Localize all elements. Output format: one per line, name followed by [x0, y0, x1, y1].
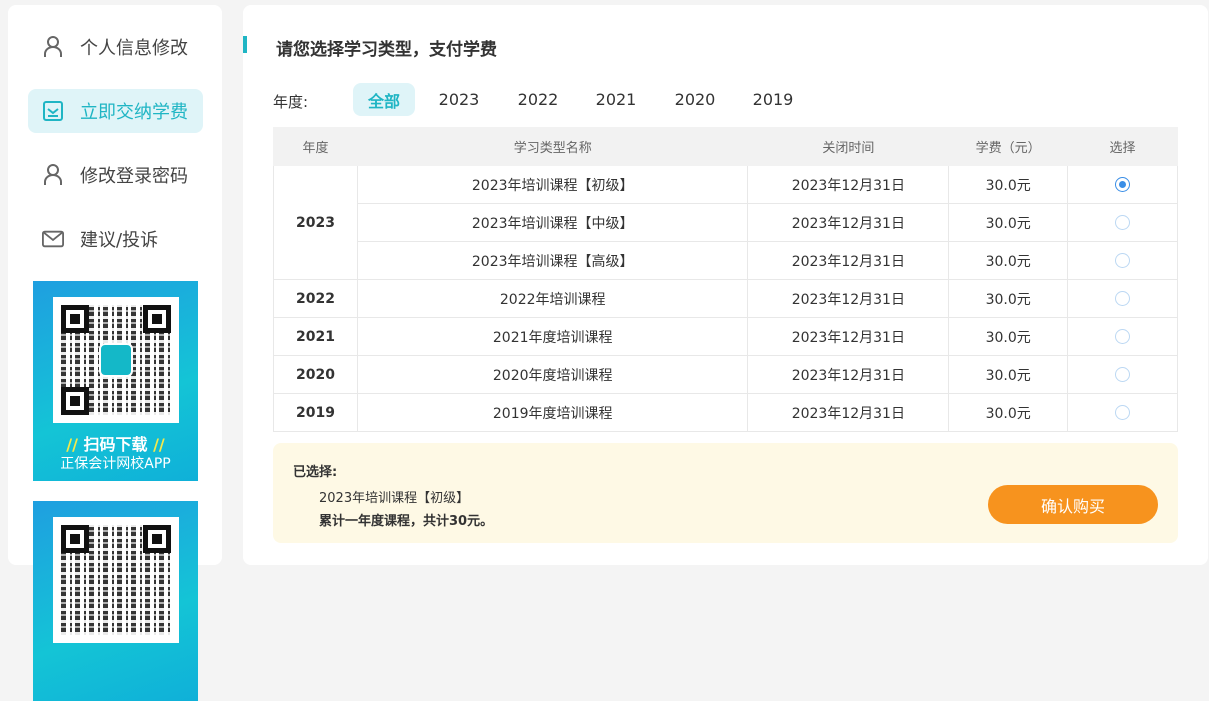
promo-title: 扫码下载 — [83, 435, 148, 454]
cell-close: 2023年12月31日 — [747, 317, 950, 356]
year-filter-2021[interactable]: 2021 — [586, 83, 646, 116]
cell-year: 2021 — [273, 317, 358, 356]
year-filter-2023[interactable]: 2023 — [429, 83, 489, 116]
cell-name: 2020年度培训课程 — [356, 355, 749, 394]
app-download-qr-2 — [33, 501, 198, 701]
cell-fee: 30.0元 — [948, 317, 1069, 356]
select-radio[interactable] — [1115, 405, 1131, 420]
user-icon — [42, 164, 64, 186]
checkbox-icon — [42, 100, 64, 122]
table-row[interactable]: 2023年培训课程【高级】 2023年12月31日 30.0元 — [274, 241, 1178, 280]
sidebar-item-change-password[interactable]: 修改登录密码 — [28, 153, 203, 197]
year-filter-2019[interactable]: 2019 — [743, 83, 803, 116]
col-select: 选择 — [1067, 127, 1178, 166]
select-radio[interactable] — [1115, 329, 1131, 344]
cell-name: 2021年度培训课程 — [356, 317, 749, 356]
mail-icon — [42, 228, 64, 250]
cell-name: 2022年培训课程 — [356, 279, 749, 318]
summary-label: 已选择: — [293, 465, 338, 480]
select-radio[interactable] — [1115, 291, 1131, 306]
table-row[interactable]: 2021 2021年度培训课程 2023年12月31日 30.0元 — [273, 317, 1178, 356]
cell-name: 2023年培训课程【初级】 — [356, 165, 749, 204]
year-filter-label: 年度: — [273, 93, 309, 111]
cell-year: 2022 — [273, 279, 358, 318]
cell-name: 2023年培训课程【高级】 — [356, 241, 749, 280]
qr-code-image — [53, 517, 179, 643]
sidebar-item-label: 个人信息修改 — [80, 38, 188, 59]
table-row[interactable]: 2020 2020年度培训课程 2023年12月31日 30.0元 — [273, 355, 1178, 394]
main-panel: 请您选择学习类型，支付学费 年度: 全部 2023 2022 2021 2020… — [243, 5, 1208, 565]
cell-fee: 30.0元 — [948, 165, 1069, 204]
cell-name: 2023年培训课程【中级】 — [356, 203, 749, 242]
year-filter-2020[interactable]: 2020 — [665, 83, 725, 116]
cell-close: 2023年12月31日 — [747, 279, 950, 318]
cell-fee: 30.0元 — [948, 241, 1069, 280]
select-radio[interactable] — [1115, 215, 1131, 230]
sidebar-item-feedback[interactable]: 建议/投诉 — [28, 217, 203, 261]
confirm-purchase-button[interactable]: 确认购买 — [988, 485, 1158, 524]
cell-year: 2019 — [273, 393, 358, 432]
app-logo-icon — [99, 343, 133, 377]
cell-close: 2023年12月31日 — [747, 165, 950, 204]
year-filter-2022[interactable]: 2022 — [508, 83, 568, 116]
select-radio[interactable] — [1115, 177, 1131, 192]
sidebar-item-pay-tuition[interactable]: 立即交纳学费 — [28, 89, 203, 133]
select-radio[interactable] — [1115, 253, 1131, 268]
cell-year: 2020 — [273, 355, 358, 394]
col-name: 学习类型名称 — [356, 127, 749, 166]
table-row[interactable]: 2023 2023年培训课程【初级】 2023年12月31日 30.0元 — [273, 165, 1178, 280]
col-year: 年度 — [273, 127, 358, 166]
app-download-qr: // 扫码下载 // 正保会计网校APP — [33, 281, 198, 481]
cell-close: 2023年12月31日 — [747, 241, 950, 280]
selection-summary: 已选择: 2023年培训课程【初级】 累计一年度课程，共计30元。 确认购买 — [273, 443, 1178, 543]
cell-close: 2023年12月31日 — [747, 203, 950, 242]
sidebar-item-profile[interactable]: 个人信息修改 — [28, 25, 203, 69]
select-radio[interactable] — [1115, 367, 1131, 382]
sidebar-item-label: 立即交纳学费 — [80, 102, 188, 123]
summary-course: 2023年培训课程【初级】 — [319, 491, 470, 506]
promo-subtitle: 正保会计网校APP — [60, 456, 171, 472]
table-row[interactable]: 2022 2022年培训课程 2023年12月31日 30.0元 — [273, 279, 1178, 318]
cell-fee: 30.0元 — [948, 279, 1069, 318]
page-title: 请您选择学习类型，支付学费 — [276, 40, 497, 60]
col-fee: 学费（元） — [948, 127, 1069, 166]
table-header: 年度 学习类型名称 关闭时间 学费（元） 选择 — [273, 127, 1178, 166]
cell-close: 2023年12月31日 — [747, 355, 950, 394]
cell-close: 2023年12月31日 — [747, 393, 950, 432]
year-filter-all[interactable]: 全部 — [353, 83, 415, 116]
table-row[interactable]: 2023年培训课程【中级】 2023年12月31日 30.0元 — [274, 203, 1178, 242]
cell-year: 2023 — [273, 165, 358, 280]
table-row[interactable]: 2019 2019年度培训课程 2023年12月31日 30.0元 — [273, 393, 1178, 432]
title-accent-bar — [243, 36, 247, 53]
summary-total: 累计一年度课程，共计30元。 — [319, 514, 494, 529]
sidebar-item-label: 修改登录密码 — [80, 166, 188, 187]
qr-code-image — [53, 297, 179, 423]
cell-fee: 30.0元 — [948, 203, 1069, 242]
sidebar-item-label: 建议/投诉 — [80, 230, 159, 251]
col-close: 关闭时间 — [747, 127, 950, 166]
cell-fee: 30.0元 — [948, 355, 1069, 394]
cell-name: 2019年度培训课程 — [356, 393, 749, 432]
cell-fee: 30.0元 — [948, 393, 1069, 432]
sidebar: 个人信息修改 立即交纳学费 修改登录密码 建议/投诉 // 扫码下载 // 正保… — [8, 5, 222, 701]
user-icon — [42, 36, 64, 58]
course-table: 年度 学习类型名称 关闭时间 学费（元） 选择 2023 2023年培训课程【初… — [273, 127, 1178, 432]
